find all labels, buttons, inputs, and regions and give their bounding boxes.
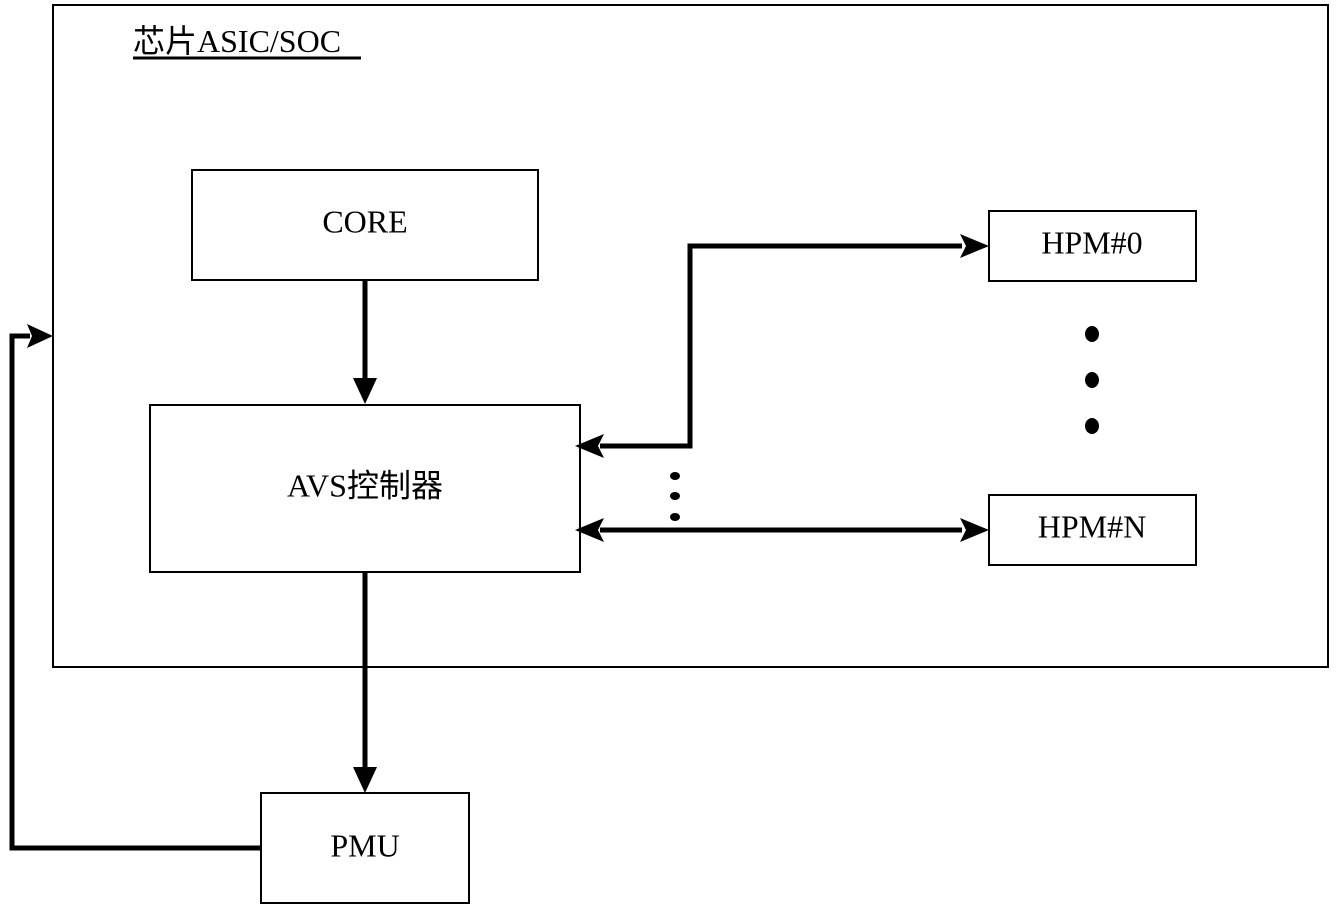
avs-controller-label: AVS控制器 bbox=[287, 467, 443, 503]
avs-hpm0-line bbox=[600, 243, 962, 449]
wire-ellipsis bbox=[670, 472, 680, 521]
avs-hpm0-arrowhead-right bbox=[960, 234, 989, 258]
wire-ellipsis-dot bbox=[670, 513, 680, 521]
pmu-block[interactable]: PMU bbox=[260, 792, 470, 904]
hpm-n-label: HPM#N bbox=[1038, 508, 1146, 544]
pmu-to-chip-arrowhead bbox=[27, 324, 53, 348]
hpm-ellipsis bbox=[1085, 326, 1099, 434]
hpm-ellipsis-dot bbox=[1085, 418, 1099, 434]
avs-controller-block[interactable]: AVS控制器 bbox=[149, 404, 581, 573]
hpm-ellipsis-dot bbox=[1085, 372, 1099, 388]
hpm-0-block[interactable]: HPM#0 bbox=[988, 210, 1197, 282]
hpm-0-label: HPM#0 bbox=[1041, 224, 1142, 260]
core-block[interactable]: CORE bbox=[191, 169, 539, 281]
hpm-ellipsis-dot bbox=[1085, 326, 1099, 342]
core-to-avs-arrowhead bbox=[353, 378, 377, 404]
wire-ellipsis-dot bbox=[670, 492, 680, 500]
chip-title: 芯片ASIC/SOC bbox=[133, 23, 341, 59]
wire-ellipsis-dot bbox=[670, 472, 680, 480]
core-label: CORE bbox=[322, 203, 407, 239]
pmu-label: PMU bbox=[330, 827, 399, 863]
avs-diagram: 芯片ASIC/SOC CORE AVS控制器 HPM#0 HPM#N PMU bbox=[9, 4, 1329, 904]
avs-hpmn-arrowhead-right bbox=[960, 518, 989, 542]
avs-to-pmu-arrowhead bbox=[353, 767, 377, 793]
hpm-n-block[interactable]: HPM#N bbox=[988, 494, 1197, 566]
